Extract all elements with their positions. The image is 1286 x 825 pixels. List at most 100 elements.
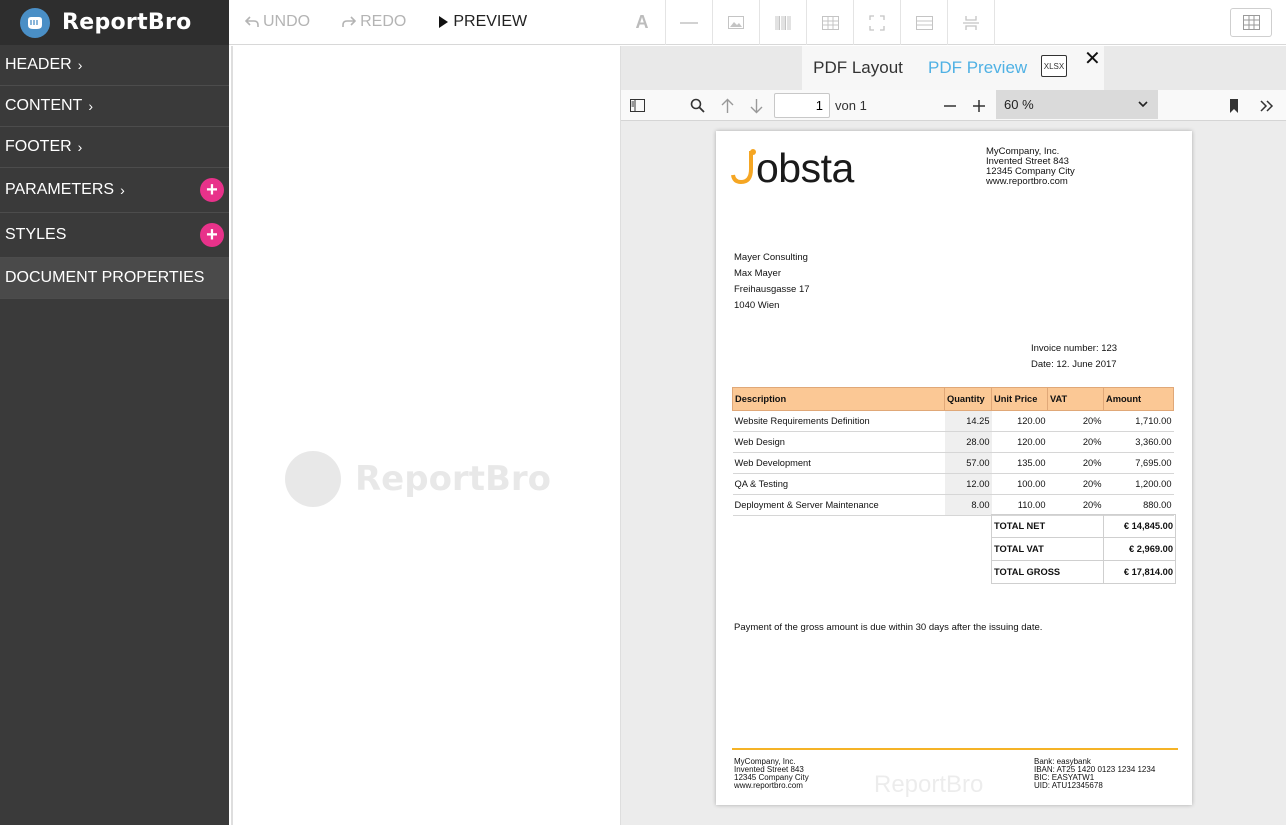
bookmark-button[interactable] bbox=[1229, 90, 1239, 121]
cell-unit-price: 110.00 bbox=[991, 494, 1048, 516]
chevron-right-icon: › bbox=[77, 139, 83, 155]
sidebar-item-document-properties[interactable]: DOCUMENT PROPERTIES bbox=[0, 258, 229, 299]
section-tool-button[interactable] bbox=[901, 0, 948, 45]
sidebar-item-label: CONTENT bbox=[5, 97, 83, 114]
cell-quantity: 12.00 bbox=[944, 473, 992, 495]
sidebar-item-styles[interactable]: STYLES + bbox=[0, 213, 229, 258]
table-row: QA & Testing 12.00 100.00 20% 1,200.00 bbox=[732, 473, 1174, 495]
cell-amount: 7,695.00 bbox=[1103, 452, 1174, 474]
column-header: Description bbox=[732, 387, 945, 411]
close-preview-button[interactable]: ✕ bbox=[1084, 46, 1101, 70]
zoom-value: 60 % bbox=[1004, 97, 1034, 112]
column-header: Unit Price bbox=[991, 387, 1048, 411]
section-icon bbox=[915, 15, 933, 30]
company-address: MyCompany, Inc. Invented Street 843 1234… bbox=[986, 147, 1075, 187]
sidebar-item-content[interactable]: CONTENT › bbox=[0, 86, 229, 127]
brand-name: obsta bbox=[756, 145, 854, 191]
table-icon bbox=[821, 15, 839, 30]
frame-tool-button[interactable] bbox=[854, 0, 901, 45]
tab-label: PDF Preview bbox=[928, 58, 1028, 77]
sidebar-toggle-icon bbox=[630, 99, 645, 112]
recipient-line: Max Mayer bbox=[734, 268, 781, 279]
line-icon bbox=[680, 21, 698, 24]
sidebar-item-footer[interactable]: FOOTER › bbox=[0, 127, 229, 168]
arrow-down-icon bbox=[750, 98, 763, 113]
cell-unit-price: 100.00 bbox=[991, 473, 1048, 495]
cell-amount: 3,360.00 bbox=[1103, 431, 1174, 453]
sidebar-item-label: STYLES bbox=[5, 226, 67, 243]
footer-company: MyCompany, Inc. Invented Street 843 1234… bbox=[734, 758, 809, 790]
cell-description: Web Design bbox=[732, 431, 945, 453]
tab-pdf-preview[interactable]: PDF Preview bbox=[914, 46, 1104, 90]
redo-button[interactable]: REDO bbox=[326, 13, 422, 31]
zoom-out-button[interactable] bbox=[943, 90, 957, 121]
sidebar-item-header[interactable]: HEADER › bbox=[0, 45, 229, 86]
cell-amount: 1,200.00 bbox=[1103, 473, 1174, 495]
invoice-meta: Invoice number: 123 Date: 12. June 2017 bbox=[1031, 341, 1117, 373]
payment-note: Payment of the gross amount is due withi… bbox=[734, 622, 1043, 633]
search-icon bbox=[690, 98, 705, 113]
total-row: TOTAL NET € 14,845.00 bbox=[991, 514, 1176, 538]
cell-quantity: 57.00 bbox=[944, 452, 992, 474]
grid-toggle-button[interactable] bbox=[1230, 8, 1272, 37]
sidebar-toggle-button[interactable] bbox=[630, 90, 645, 121]
canvas-watermark: ReportBro bbox=[285, 451, 551, 507]
invoice-date: Date: 12. June 2017 bbox=[1031, 359, 1117, 370]
undo-button[interactable]: UNDO bbox=[229, 13, 326, 31]
app-name: ReportBro bbox=[62, 10, 192, 35]
play-icon bbox=[439, 16, 449, 28]
arrow-up-icon bbox=[721, 98, 734, 113]
page-break-icon bbox=[963, 15, 979, 30]
double-chevron-right-icon bbox=[1260, 99, 1274, 112]
tools-menu-button[interactable] bbox=[1260, 90, 1274, 121]
frame-icon bbox=[869, 14, 885, 31]
table-row: Web Design 28.00 120.00 20% 3,360.00 bbox=[732, 431, 1174, 453]
xlsx-download-icon[interactable]: XLSX bbox=[1041, 55, 1067, 77]
sidebar-item-parameters[interactable]: PARAMETERS › + bbox=[0, 168, 229, 213]
page-break-tool-button[interactable] bbox=[948, 0, 995, 45]
barcode-icon bbox=[775, 15, 791, 30]
table-row: Website Requirements Definition 14.25 12… bbox=[732, 410, 1174, 432]
table-tool-button[interactable] bbox=[807, 0, 854, 45]
total-row: TOTAL GROSS € 17,814.00 bbox=[991, 560, 1176, 584]
preview-button[interactable]: PREVIEW bbox=[422, 13, 543, 31]
grid-icon bbox=[1242, 15, 1260, 30]
add-style-button[interactable]: + bbox=[200, 223, 224, 247]
previous-page-button[interactable] bbox=[721, 90, 734, 121]
app-logo[interactable]: ReportBro bbox=[0, 0, 229, 45]
cell-description: Deployment & Server Maintenance bbox=[732, 494, 945, 516]
find-button[interactable] bbox=[690, 90, 705, 121]
cell-unit-price: 135.00 bbox=[991, 452, 1048, 474]
redo-label: REDO bbox=[360, 13, 407, 30]
sidebar-item-label: PARAMETERS bbox=[5, 181, 115, 198]
image-icon bbox=[728, 16, 744, 29]
column-header: Quantity bbox=[944, 387, 992, 411]
line-tool-button[interactable] bbox=[666, 0, 713, 45]
cell-description: Website Requirements Definition bbox=[732, 410, 945, 432]
text-tool-button[interactable]: A bbox=[619, 0, 666, 45]
cell-unit-price: 120.00 bbox=[991, 410, 1048, 432]
page-number-input[interactable]: 1 bbox=[774, 93, 830, 118]
add-parameter-button[interactable]: + bbox=[200, 178, 224, 202]
cell-unit-price: 120.00 bbox=[991, 431, 1048, 453]
report-canvas[interactable]: ReportBro bbox=[231, 46, 621, 825]
column-header: VAT bbox=[1047, 387, 1104, 411]
image-tool-button[interactable] bbox=[713, 0, 760, 45]
chevron-right-icon: › bbox=[77, 57, 83, 73]
undo-label: UNDO bbox=[263, 13, 311, 30]
zoom-in-button[interactable] bbox=[972, 90, 986, 121]
table-row: Web Development 57.00 135.00 20% 7,695.0… bbox=[732, 452, 1174, 474]
sidebar-item-label: DOCUMENT PROPERTIES bbox=[5, 269, 205, 286]
zoom-select[interactable]: 60 % bbox=[996, 90, 1158, 119]
bookmark-icon bbox=[1230, 98, 1238, 113]
tab-pdf-layout[interactable]: PDF Layout bbox=[802, 46, 914, 90]
close-icon: ✕ bbox=[1084, 48, 1101, 70]
cell-vat: 20% bbox=[1047, 473, 1104, 495]
element-tools: A bbox=[619, 0, 995, 45]
footer-bank: Bank: easybank IBAN: AT25 1420 0123 1234… bbox=[1034, 758, 1155, 790]
next-page-button[interactable] bbox=[750, 90, 763, 121]
footer-watermark: ReportBro bbox=[874, 771, 984, 798]
recipient-line: Mayer Consulting bbox=[734, 252, 808, 263]
barcode-tool-button[interactable] bbox=[760, 0, 807, 45]
cell-vat: 20% bbox=[1047, 452, 1104, 474]
